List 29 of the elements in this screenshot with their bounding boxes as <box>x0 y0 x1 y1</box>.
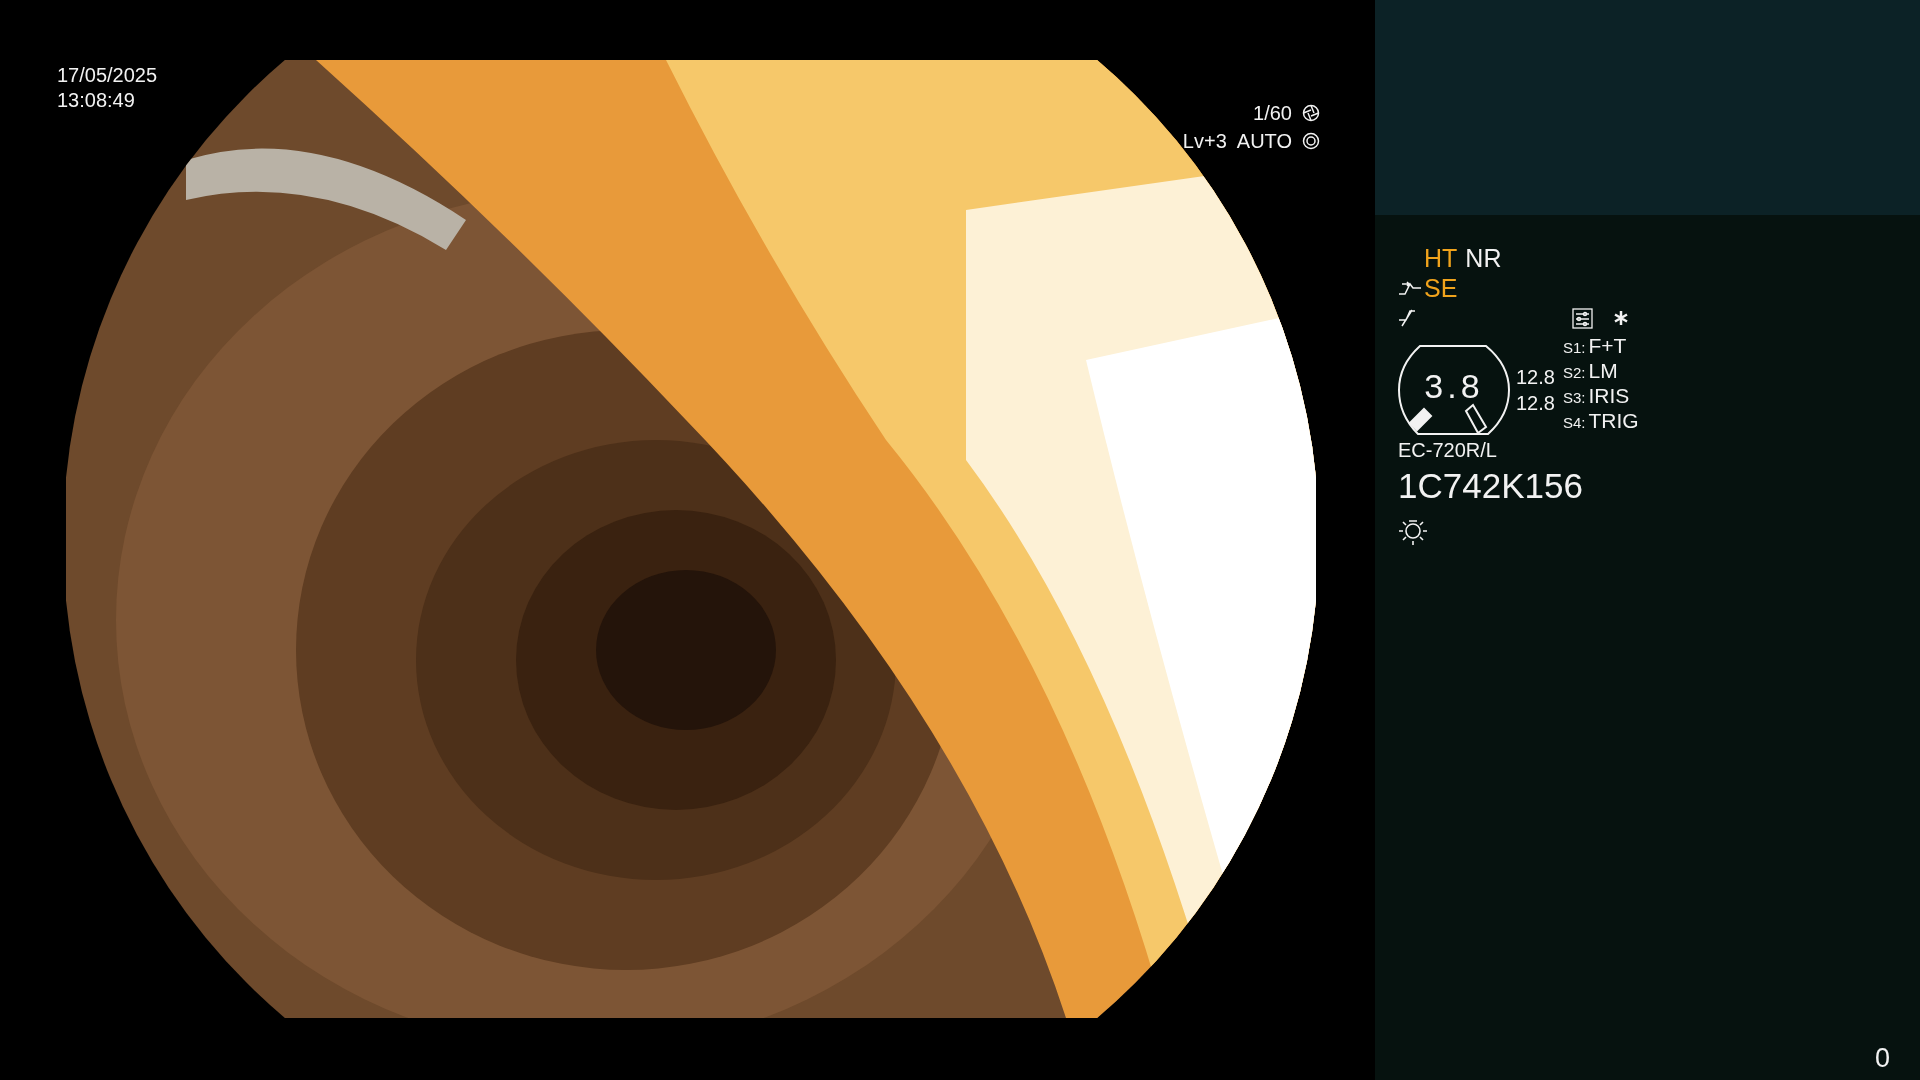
time-text: 13:08:49 <box>57 89 135 111</box>
scope-model-text: EC-720R/L <box>1398 439 1497 461</box>
switch-function: IRIS <box>1588 384 1630 408</box>
switch-label: S4: <box>1562 414 1586 431</box>
gauge-reading: 12.8 <box>1516 365 1555 389</box>
contrast-curve-icon <box>1398 308 1416 328</box>
gauge-value: 3.8 <box>1424 366 1484 406</box>
gauge-outline-icon <box>1398 345 1510 435</box>
switch-label: S1: <box>1562 339 1586 356</box>
switch-function: TRIG <box>1588 409 1639 433</box>
switch-label: S2: <box>1562 364 1586 381</box>
settings-sliders-icon <box>1572 307 1593 329</box>
light-level-text: Lv+3 <box>1182 129 1227 154</box>
scope-serial-text: 1C742K156 <box>1398 466 1583 505</box>
asterisk-icon <box>1613 310 1629 326</box>
mode-indicator: NR <box>1465 243 1502 273</box>
switch-label: S3: <box>1562 389 1586 406</box>
shutter-speed-text: 1/60 <box>1253 101 1292 126</box>
structure-indicator: SE <box>1424 273 1458 303</box>
date-text: 17/05/2025 <box>57 64 158 86</box>
mode-indicator: HT <box>1424 243 1458 273</box>
enhancement-curve-icon <box>1398 280 1422 296</box>
switch-function: F+T <box>1588 334 1627 358</box>
counter-text: 0 <box>1874 1043 1890 1073</box>
switch-function: LM <box>1588 359 1618 383</box>
iris-mode-text: AUTO <box>1236 129 1292 154</box>
shutter-icon <box>1302 104 1320 122</box>
gauge-reading: 12.8 <box>1516 391 1555 415</box>
aperture-icon <box>1302 132 1320 150</box>
